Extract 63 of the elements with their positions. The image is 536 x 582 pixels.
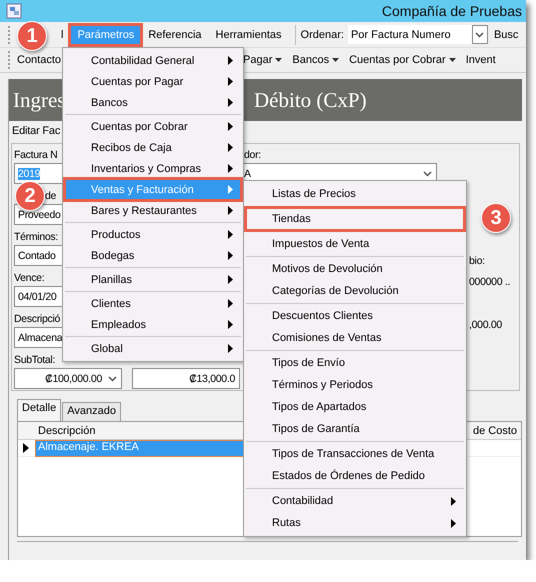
field-text: 000000 .. — [469, 276, 510, 288]
menu-item[interactable]: Bares y Restaurantes — [65, 200, 241, 221]
menu-item[interactable]: Tipos de Garantía — [246, 418, 464, 440]
menu-bar-item[interactable]: l — [55, 26, 70, 44]
field-text: bio: — [469, 255, 485, 267]
app-icon — [6, 3, 22, 19]
field-label: dor: — [243, 149, 261, 161]
menu-item[interactable]: Rutas — [246, 512, 464, 534]
menu-item[interactable]: Productos — [65, 224, 241, 245]
toolbar-button[interactable]: Contacto — [17, 54, 62, 66]
sort-label: Ordenar: — [300, 28, 344, 40]
toolbar-button[interactable]: Pagar — [243, 54, 282, 66]
menu-item[interactable]: Contabilidad General — [65, 50, 241, 71]
field-label: Vence: — [14, 272, 44, 284]
menu-item[interactable]: Estados de Órdenes de Pedido — [246, 465, 464, 487]
menu-item[interactable]: Descuentos Clientes — [246, 305, 464, 327]
menu-item[interactable]: Listas de Precios — [246, 183, 464, 205]
menu-item[interactable]: Categorías de Devolución — [246, 280, 464, 302]
menu-bar-item[interactable]: Referencia — [142, 26, 208, 44]
menu-item[interactable]: Comisiones de Ventas — [246, 327, 464, 349]
menu-item[interactable]: Inventarios y Compras — [65, 158, 241, 179]
menu-item[interactable]: Clientes — [65, 293, 241, 314]
menu-item[interactable]: Cuentas por Cobrar — [65, 116, 241, 137]
menu-item[interactable]: Tipos de Envío — [246, 352, 464, 374]
toolbar-button[interactable]: Bancos — [292, 54, 340, 66]
chevron-down-icon — [423, 170, 432, 176]
menu-bar-item[interactable]: Herramientas — [210, 26, 288, 44]
menu-item[interactable]: Bodegas — [65, 245, 241, 266]
field-label: Factura N — [14, 149, 58, 161]
menu-item[interactable]: Contabilidad — [246, 490, 464, 512]
field-label: Descripció — [14, 313, 60, 325]
column-header[interactable]: de Costo — [468, 424, 521, 436]
edit-label: Editar Fac — [11, 124, 62, 139]
toolbar-button[interactable]: Invent — [466, 54, 496, 66]
chevron-down-icon — [475, 32, 484, 38]
sort-dropdown[interactable]: Por Factura Numero — [348, 25, 488, 44]
header-title: Débito (CxP) — [254, 88, 367, 112]
menu-item[interactable]: Cuentas por Pagar — [65, 71, 241, 92]
menu-item[interactable]: Global — [65, 338, 241, 359]
menu-item[interactable]: Empleados — [65, 314, 241, 335]
search-label[interactable]: Busc — [494, 28, 518, 40]
menu-item[interactable]: Planillas — [65, 269, 241, 290]
menu-item[interactable]: Impuestos de Venta — [246, 233, 464, 255]
step-badge: 3 — [481, 203, 511, 233]
field-text: ,000.00 — [469, 319, 502, 331]
field-label: de — [45, 190, 56, 202]
chevron-down-icon — [108, 376, 117, 382]
menu-item[interactable]: Tipos de Apartados — [246, 396, 464, 418]
menu-item[interactable]: Recibos de Caja — [65, 137, 241, 158]
field-label: Términos: — [14, 231, 58, 243]
tab[interactable]: Avanzado — [62, 402, 121, 421]
tab[interactable]: Detalle — [17, 399, 62, 421]
column-header[interactable]: Descripción — [34, 424, 100, 436]
menu-item[interactable]: Motivos de Devolución — [246, 258, 464, 280]
toolbar-button[interactable]: Cuentas por Cobrar — [349, 54, 456, 66]
window-title: Compañía de Pruebas — [382, 3, 522, 19]
field-label: SubTotal: — [14, 354, 56, 366]
menu-item[interactable]: Bancos — [65, 92, 241, 113]
subtotal-field[interactable]: ₡100,000.00 — [14, 368, 122, 389]
step-badge: 1 — [17, 21, 47, 51]
tax-field[interactable]: ₡13,000.0 — [132, 368, 240, 389]
menu-item[interactable]: Términos y Periodos — [246, 374, 464, 396]
menu-item[interactable]: Tiendas — [246, 208, 464, 230]
